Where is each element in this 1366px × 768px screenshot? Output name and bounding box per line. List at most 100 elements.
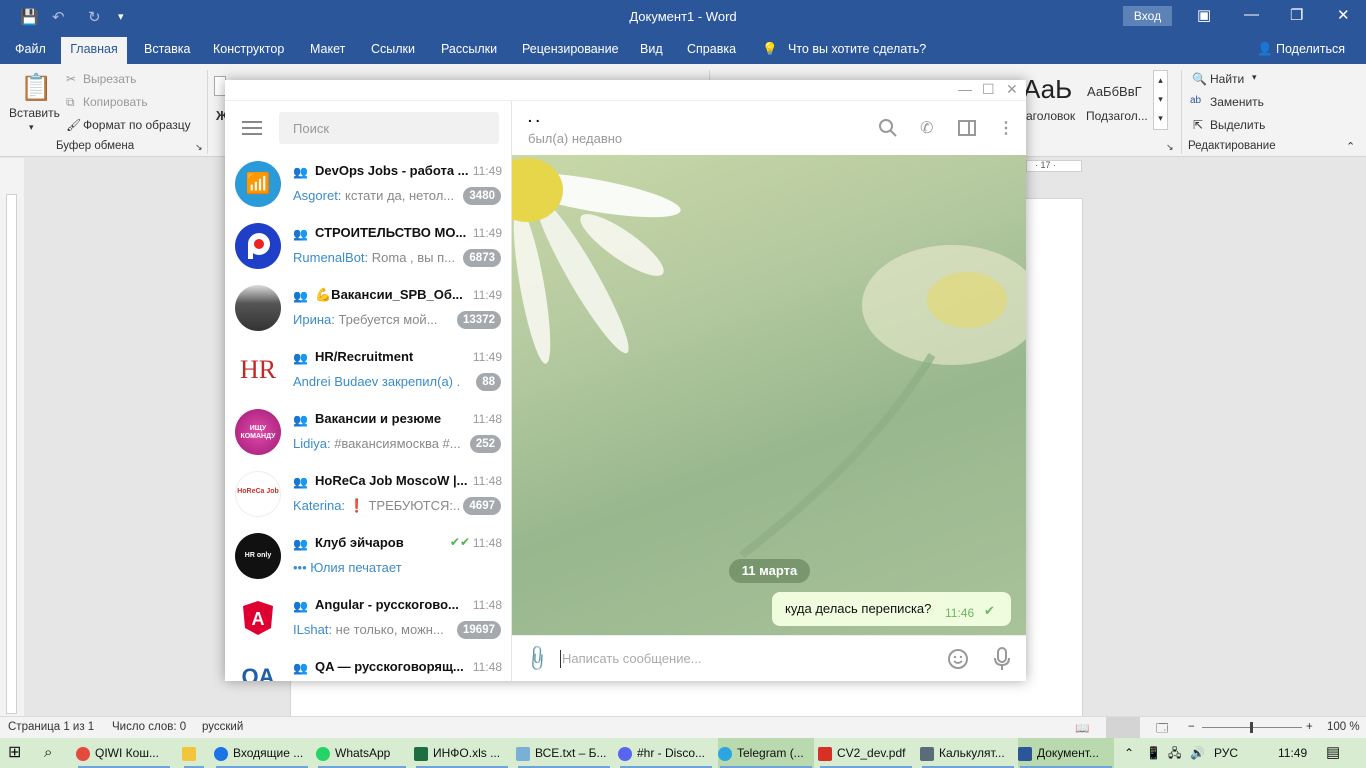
clock[interactable]: 11:49 — [1278, 738, 1312, 768]
styles-launcher-icon[interactable]: ↘ — [1166, 142, 1174, 153]
tray-chevron-icon[interactable]: ⌃ — [1124, 738, 1138, 768]
tab-mailings[interactable]: Рассылки — [441, 42, 497, 56]
chat-item[interactable]: HoReCa Job 👥 HoReCa Job MoscoW |... 11:4… — [225, 463, 511, 525]
task-pdf[interactable]: CV2_dev.pdf — [818, 738, 914, 768]
zoom-slider-thumb[interactable] — [1250, 722, 1253, 733]
task-word[interactable]: Документ... — [1018, 738, 1114, 768]
attach-icon[interactable]: 📎 — [522, 643, 553, 674]
replace-button[interactable]: Заменить — [1210, 95, 1264, 109]
message-input[interactable]: Написать сообщение... — [562, 651, 702, 666]
styles-scroll[interactable]: ▴ ▾ ▾ — [1153, 70, 1168, 130]
share-button[interactable]: Поделиться — [1276, 42, 1345, 56]
chat-item[interactable]: QA 👥 QA — русскоговорящ... 11:48 — [225, 649, 511, 681]
chat-avatar: 📶 — [235, 161, 281, 207]
windows-start-icon[interactable]: ⊞ — [8, 738, 32, 768]
chat-avatar: ИЩУ КОМАНДУ — [235, 409, 281, 455]
chat-item[interactable]: ИЩУ КОМАНДУ 👥 Вакансии и резюме 11:48 Li… — [225, 401, 511, 463]
minimize-icon[interactable]: — — [1244, 6, 1259, 23]
chat-preview: Lidiya: #вакансиямосква #... — [293, 436, 461, 451]
chat-item[interactable]: HR only 👥 Клуб эйчаров ✔✔ 11:48 ••• Юлия… — [225, 525, 511, 587]
input-language[interactable]: РУС — [1214, 738, 1242, 768]
tab-layout[interactable]: Макет — [310, 42, 345, 56]
tab-insert[interactable]: Вставка — [144, 42, 190, 56]
volume-icon[interactable]: 🔊 — [1190, 738, 1206, 768]
task-notepad[interactable]: ВСЕ.txt – Б... — [516, 738, 612, 768]
network-icon[interactable]: 🖧 — [1168, 738, 1184, 768]
phone-icon[interactable]: ✆ — [920, 118, 940, 138]
zoom-in-icon[interactable]: + — [1306, 721, 1313, 733]
tab-home[interactable]: Главная — [61, 37, 127, 64]
sidebar-toggle-icon[interactable] — [957, 118, 977, 138]
chat-item[interactable]: HR 👥 HR/Recruitment 11:49 Andrei Budaev … — [225, 339, 511, 401]
more-icon[interactable]: ⋮ — [998, 118, 1018, 138]
format-painter-button[interactable]: Формат по образцу — [83, 118, 191, 132]
tab-review[interactable]: Рецензирование — [522, 42, 619, 56]
style-heading-label[interactable]: аголовок — [1026, 109, 1075, 123]
close-icon[interactable]: ✕ — [1337, 6, 1350, 24]
word-count[interactable]: Число слов: 0 — [112, 721, 186, 733]
style-heading-sample[interactable]: АаЬ — [1023, 74, 1072, 105]
task-discord[interactable]: #hr - Disco... — [618, 738, 714, 768]
zoom-level[interactable]: 100 % — [1327, 721, 1360, 733]
collapse-ribbon-icon[interactable]: ⌃ — [1346, 140, 1355, 153]
signin-button[interactable]: Вход — [1123, 6, 1172, 26]
page-count[interactable]: Страница 1 из 1 — [8, 721, 94, 733]
find-dropdown-icon[interactable]: ▾ — [1252, 72, 1257, 83]
tg-close-icon[interactable]: ✕ — [1006, 81, 1018, 98]
task-calculator[interactable]: Калькулят... — [920, 738, 1016, 768]
tg-maximize-icon[interactable]: ☐ — [982, 81, 995, 98]
chat-item[interactable]: 📶 👥 DevOps Jobs - работа ... 11:49 Asgor… — [225, 153, 511, 215]
chat-time: 11:48 — [472, 536, 502, 550]
outgoing-message[interactable]: куда делась переписка? 11:46 ✔ — [772, 592, 1011, 626]
style-subtitle-sample[interactable]: АаБбВвГ — [1087, 84, 1142, 99]
tab-view[interactable]: Вид — [640, 42, 663, 56]
tab-help[interactable]: Справка — [687, 42, 736, 56]
restore-icon[interactable]: ❐ — [1290, 6, 1303, 24]
find-button[interactable]: Найти — [1210, 72, 1244, 86]
title-bar: 💾 ↶ ↻ ▾ Документ1 - Word Вход ▣ — ❐ ✕ — [0, 0, 1366, 33]
search-icon[interactable] — [878, 118, 898, 138]
emoji-icon[interactable] — [947, 648, 969, 670]
language-indicator[interactable]: русский — [202, 721, 243, 733]
tab-references[interactable]: Ссылки — [371, 42, 415, 56]
copy-button[interactable]: Копировать — [83, 95, 148, 109]
group-icon: 👥 — [293, 351, 308, 365]
tab-design[interactable]: Конструктор — [213, 42, 284, 56]
select-button[interactable]: Выделить — [1210, 118, 1265, 132]
ribbon-display-icon[interactable]: ▣ — [1197, 6, 1211, 24]
microphone-icon[interactable] — [992, 647, 1012, 671]
tab-file[interactable]: Файл — [15, 42, 46, 56]
chat-item[interactable]: 👥 СТРОИТЕЛЬСТВО МО... 11:49 RumenalBot: … — [225, 215, 511, 277]
read-mode-icon[interactable]: 📖 — [1075, 721, 1089, 735]
tray-phone-icon[interactable]: 📱 — [1146, 738, 1162, 768]
clipboard-launcher-icon[interactable]: ↘ — [195, 142, 203, 153]
task-explorer[interactable] — [182, 738, 206, 768]
chat-avatar: HR — [235, 347, 281, 393]
task-whatsapp[interactable]: WhatsApp — [316, 738, 408, 768]
task-inbox[interactable]: Входящие ... — [214, 738, 310, 768]
taskbar: ⊞ ⌕ QIWI Кош... Входящие ... WhatsApp ИН… — [0, 738, 1366, 768]
style-subtitle-label[interactable]: Подзагол... — [1086, 109, 1148, 123]
group-icon: 👥 — [293, 661, 308, 675]
tell-me-search[interactable]: Что вы хотите сделать? — [788, 42, 926, 56]
paste-button[interactable]: Вставить — [9, 106, 60, 120]
search-icon[interactable]: ⌕ — [44, 738, 68, 768]
print-layout-icon[interactable] — [1106, 717, 1140, 738]
notifications-icon[interactable]: ▤ — [1326, 738, 1344, 768]
chat-avatar: QA — [235, 657, 281, 681]
paste-icon[interactable]: 📋 — [20, 72, 52, 103]
tg-minimize-icon[interactable]: — — [958, 81, 972, 97]
menu-icon[interactable] — [242, 121, 262, 135]
zoom-out-icon[interactable]: − — [1188, 721, 1195, 733]
chat-item[interactable]: 👥 💪Вакансии_SPB_Об... 11:49 Ирина: Требу… — [225, 277, 511, 339]
task-telegram[interactable]: Telegram (... — [718, 738, 814, 768]
task-excel[interactable]: ИНФО.xls ... — [414, 738, 510, 768]
paste-dropdown-icon[interactable]: ▾ — [29, 122, 34, 133]
peer-name[interactable]: . . — [528, 109, 540, 125]
search-input[interactable]: Поиск — [279, 112, 499, 144]
chat-item[interactable]: A 👥 Angular - русскогово... 11:48 ILshat… — [225, 587, 511, 649]
horizontal-ruler: · 17 · — [1026, 160, 1082, 172]
cut-icon: ✂ — [66, 72, 77, 86]
cut-button[interactable]: Вырезать — [83, 72, 136, 86]
task-qiwi[interactable]: QIWI Кош... — [76, 738, 172, 768]
